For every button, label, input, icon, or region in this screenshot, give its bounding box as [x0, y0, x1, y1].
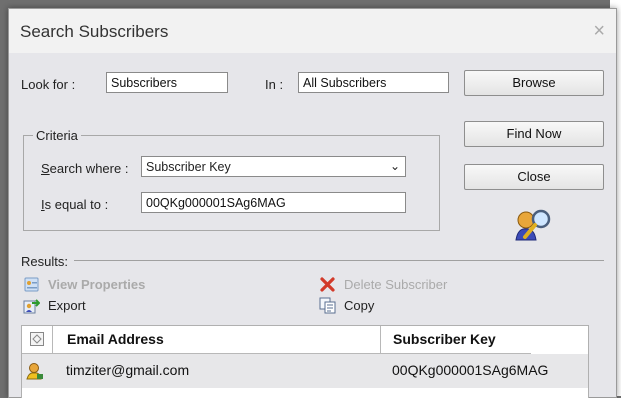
export-label: Export: [48, 298, 86, 314]
export-action[interactable]: Export: [23, 297, 86, 315]
delete-x-icon: [320, 277, 335, 292]
close-button-label: Close: [517, 169, 551, 184]
row-subscriber-key: 00QKg000001SAg6MAG: [392, 362, 549, 378]
search-where-label: Search where :: [41, 161, 129, 176]
chevron-down-icon: ⌄: [389, 159, 400, 173]
table-header: Email Address Subscriber Key: [22, 326, 531, 354]
select-all-icon[interactable]: [30, 332, 44, 346]
criteria-legend: Criteria: [36, 128, 78, 143]
column-separator: [52, 326, 53, 353]
in-field[interactable]: All Subscribers: [298, 72, 449, 93]
look-for-field[interactable]: Subscribers: [106, 72, 228, 93]
copy-label: Copy: [344, 298, 375, 314]
search-subscribers-dialog: Search Subscribers × Look for : Subscrib…: [8, 8, 617, 398]
results-label: Results:: [21, 254, 68, 269]
browse-button[interactable]: Browse: [464, 70, 604, 96]
column-separator: [380, 326, 381, 353]
search-person-icon: [515, 209, 551, 241]
column-header-email[interactable]: Email Address: [67, 326, 164, 353]
is-equal-to-label-rest: s equal to :: [44, 197, 109, 212]
is-equal-to-field[interactable]: 00QKg000001SAg6MAG: [141, 192, 406, 213]
close-icon[interactable]: ×: [593, 20, 605, 43]
column-header-subscriber-key[interactable]: Subscriber Key: [393, 326, 496, 353]
view-properties-action[interactable]: View Properties: [23, 276, 145, 294]
search-where-select[interactable]: Subscriber Key ⌄: [141, 156, 406, 177]
table-row[interactable]: timziter@gmail.com 00QKg000001SAg6MAG: [22, 354, 588, 388]
search-where-value: Subscriber Key: [146, 160, 231, 174]
view-properties-label: View Properties: [48, 277, 146, 293]
results-divider: [74, 260, 604, 261]
export-icon: [23, 299, 40, 314]
in-label: In :: [265, 77, 284, 92]
is-equal-to-label: Is equal to :: [41, 197, 109, 212]
properties-icon: [24, 277, 39, 292]
find-now-button-label: Find Now: [506, 126, 562, 141]
dialog-title: Search Subscribers: [20, 22, 169, 41]
delete-subscriber-action[interactable]: Delete Subscriber: [319, 276, 447, 294]
results-table: Email Address Subscriber Key timziter@gm…: [21, 325, 589, 398]
subscriber-icon: [26, 363, 43, 380]
criteria-group: Criteria: [23, 128, 440, 231]
find-now-button[interactable]: Find Now: [464, 121, 604, 147]
close-button[interactable]: Close: [464, 164, 604, 190]
browse-button-label: Browse: [512, 75, 556, 90]
dialog-titlebar: Search Subscribers ×: [9, 9, 616, 53]
copy-icon: [319, 297, 336, 314]
row-email: timziter@gmail.com: [66, 362, 190, 378]
delete-subscriber-label: Delete Subscriber: [344, 277, 448, 293]
copy-action[interactable]: Copy: [319, 297, 374, 315]
look-for-label: Look for :: [21, 77, 76, 92]
search-where-label-rest: earch where :: [49, 161, 129, 176]
